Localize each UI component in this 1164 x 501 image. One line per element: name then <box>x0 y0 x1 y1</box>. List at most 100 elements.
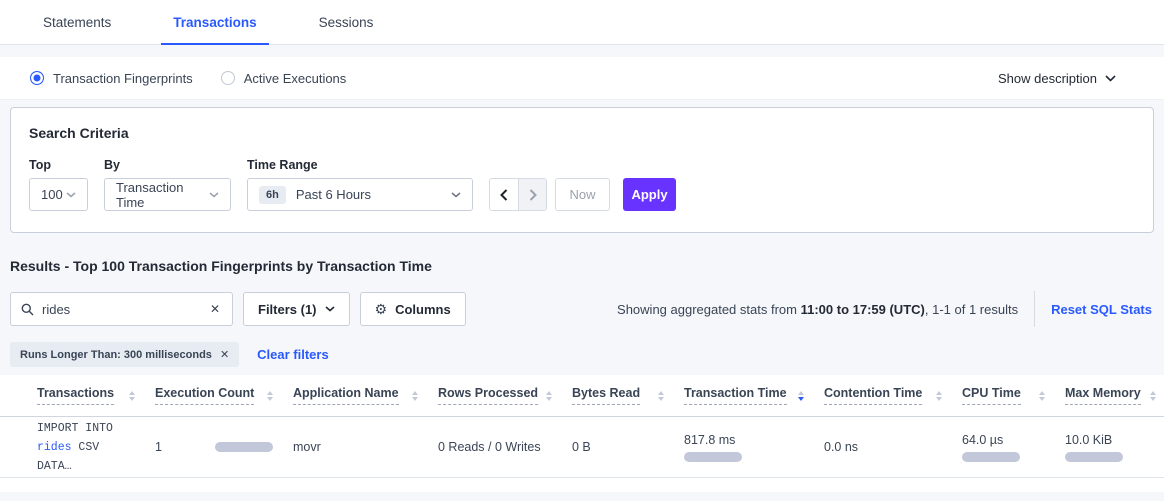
filter-pill: Runs Longer Than: 300 milliseconds ✕ <box>10 342 239 367</box>
chevron-left-icon <box>500 189 508 201</box>
column-header-label: Transactions <box>37 386 114 405</box>
time-range-select[interactable]: 6h Past 6 Hours <box>247 178 473 211</box>
bytes-read-cell: 0 B <box>572 440 684 454</box>
sort-icon[interactable] <box>129 391 135 401</box>
columns-button-label: Columns <box>395 302 451 317</box>
filters-button[interactable]: Filters (1) <box>243 292 350 326</box>
column-header-application-name[interactable]: Application Name <box>293 386 438 405</box>
max-memory-bar <box>1065 452 1123 462</box>
execution-count-value: 1 <box>155 440 162 454</box>
by-label: By <box>104 158 231 172</box>
top-field-group: Top 100 <box>29 158 88 211</box>
column-header-max-memory[interactable]: Max Memory <box>1065 386 1164 405</box>
execution-count-cell: 1 <box>155 440 293 454</box>
search-box: ✕ <box>10 292 233 326</box>
chevron-down-icon <box>1105 75 1116 82</box>
radio-unselected-icon[interactable] <box>221 71 235 85</box>
transaction-time-bar <box>684 452 742 462</box>
column-header-rows-processed[interactable]: Rows Processed <box>438 386 572 405</box>
previous-time-window-button[interactable] <box>490 179 518 210</box>
filters-button-label: Filters (1) <box>258 302 317 317</box>
cpu-time-bar <box>962 452 1020 462</box>
column-header-transaction-time[interactable]: Transaction Time <box>684 386 824 405</box>
search-criteria-card: Search Criteria Top 100 By Transaction T… <box>10 107 1154 233</box>
table-row: IMPORT INTO rides CSV DATA… 1 movr 0 Rea… <box>0 417 1164 478</box>
column-header-label: Application Name <box>293 386 399 405</box>
tab-statements[interactable]: Statements <box>31 0 123 44</box>
chevron-down-icon <box>451 192 461 198</box>
sort-icon[interactable] <box>1150 391 1156 401</box>
by-select[interactable]: Transaction Time <box>104 178 231 211</box>
top-select-value: 100 <box>41 187 63 202</box>
sql-line-2: rides CSV DATA… <box>37 438 135 476</box>
gear-icon: ⚙ <box>375 302 388 316</box>
results-table: Transactions Execution Count Application… <box>0 375 1164 492</box>
column-header-bytes-read[interactable]: Bytes Read <box>572 386 684 405</box>
column-header-transactions[interactable]: Transactions <box>37 386 155 405</box>
table-header-row: Transactions Execution Count Application… <box>0 375 1164 417</box>
column-header-label: Transaction Time <box>684 386 787 405</box>
time-range-value: Past 6 Hours <box>296 187 371 202</box>
column-header-label: Max Memory <box>1065 386 1141 405</box>
cpu-time-value: 64.0 µs <box>962 433 1045 447</box>
results-controls-row: ✕ Filters (1) ⚙ Columns Showing aggregat… <box>10 291 1154 327</box>
column-header-label: Execution Count <box>155 386 254 405</box>
max-memory-value: 10.0 KiB <box>1065 433 1144 447</box>
next-time-window-button[interactable] <box>518 179 546 210</box>
show-description-toggle[interactable]: Show description <box>998 71 1116 86</box>
column-header-label: Contention Time <box>824 386 922 405</box>
chevron-down-icon <box>325 306 335 312</box>
apply-button[interactable]: Apply <box>623 178 676 211</box>
sort-icon[interactable] <box>936 391 942 401</box>
sort-icon[interactable] <box>798 391 804 401</box>
sort-icon[interactable] <box>1039 391 1045 401</box>
stats-suffix: , 1-1 of 1 results <box>925 302 1018 317</box>
transaction-time-value: 817.8 ms <box>684 433 804 447</box>
radio-label: Active Executions <box>244 71 347 86</box>
view-toggle-bar: Transaction Fingerprints Active Executio… <box>0 57 1164 100</box>
column-header-cpu-time[interactable]: CPU Time <box>962 386 1065 405</box>
tab-transactions[interactable]: Transactions <box>161 0 268 44</box>
radio-transaction-fingerprints[interactable]: Transaction Fingerprints <box>30 71 193 86</box>
active-filters-row: Runs Longer Than: 300 milliseconds ✕ Cle… <box>10 342 1154 367</box>
search-icon <box>21 303 34 316</box>
search-criteria-form: Top 100 By Transaction Time <box>29 158 1135 211</box>
radio-active-executions[interactable]: Active Executions <box>221 71 347 86</box>
tab-sessions[interactable]: Sessions <box>307 0 386 44</box>
search-input[interactable] <box>42 302 208 317</box>
application-name-cell: movr <box>293 440 438 454</box>
remove-filter-icon[interactable]: ✕ <box>220 348 229 361</box>
rows-processed-cell: 0 Reads / 0 Writes <box>438 440 572 454</box>
stats-time-range: 11:00 to 17:59 (UTC) <box>801 302 925 317</box>
sql-line-1: IMPORT INTO <box>37 419 135 438</box>
time-range-label: Time Range <box>247 158 473 172</box>
cpu-time-cell: 64.0 µs <box>962 433 1065 462</box>
radio-selected-icon[interactable] <box>30 71 44 85</box>
search-criteria-title: Search Criteria <box>29 125 1135 141</box>
sql-search-match: rides <box>37 441 72 454</box>
sort-icon[interactable] <box>658 391 664 401</box>
by-select-value: Transaction Time <box>116 180 209 210</box>
reset-sql-stats-link[interactable]: Reset SQL Stats <box>1051 302 1152 317</box>
now-button[interactable]: Now <box>555 178 610 211</box>
sort-icon[interactable] <box>267 391 273 401</box>
sort-icon[interactable] <box>412 391 418 401</box>
transactions-page: Statements Transactions Sessions Transac… <box>0 0 1164 501</box>
clear-search-icon[interactable]: ✕ <box>208 302 222 316</box>
by-field-group: By Transaction Time <box>104 158 231 211</box>
time-range-field-group: Time Range 6h Past 6 Hours <box>247 158 473 211</box>
execution-count-bar <box>215 442 273 452</box>
column-header-execution-count[interactable]: Execution Count <box>155 386 293 405</box>
column-header-label: CPU Time <box>962 386 1021 405</box>
top-select[interactable]: 100 <box>29 178 88 211</box>
chevron-right-icon <box>529 189 537 201</box>
column-header-contention-time[interactable]: Contention Time <box>824 386 962 405</box>
sort-icon[interactable] <box>546 391 552 401</box>
chevron-down-icon <box>209 192 219 198</box>
clear-filters-link[interactable]: Clear filters <box>257 347 329 362</box>
aggregated-stats-text: Showing aggregated stats from 11:00 to 1… <box>617 302 1018 317</box>
chevron-down-icon <box>66 192 76 198</box>
filter-pill-label: Runs Longer Than: 300 milliseconds <box>20 349 212 361</box>
columns-button[interactable]: ⚙ Columns <box>360 292 466 326</box>
transaction-fingerprint-link[interactable]: IMPORT INTO rides CSV DATA… <box>37 419 155 476</box>
